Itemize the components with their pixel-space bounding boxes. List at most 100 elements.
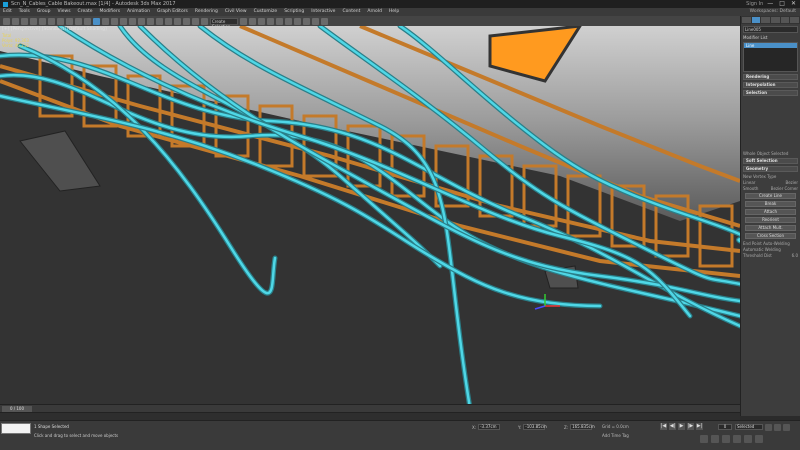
bind-space-warp-icon[interactable] xyxy=(39,17,46,25)
maxscript-listener[interactable] xyxy=(1,423,31,434)
x-coord-field[interactable]: -3.37cm xyxy=(478,424,501,430)
tab-motion[interactable] xyxy=(771,17,780,23)
minimize-button[interactable]: — xyxy=(767,0,773,8)
snaps-toggle-icon[interactable] xyxy=(165,17,172,25)
vertex-smooth-radio[interactable]: Smooth xyxy=(743,186,758,191)
pivot-center-icon[interactable] xyxy=(138,17,145,25)
maximize-viewport-icon[interactable] xyxy=(755,435,763,443)
edit-named-sets-icon[interactable] xyxy=(201,17,208,25)
menu-scripting[interactable]: Scripting xyxy=(284,8,304,16)
selection-filter-icon[interactable] xyxy=(48,17,55,25)
attach-mult-button[interactable]: Attach Mult. xyxy=(745,225,796,231)
rendered-frame-icon[interactable] xyxy=(312,17,319,25)
rollout-selection[interactable]: Selection xyxy=(743,90,798,96)
rollout-interpolation[interactable]: Interpolation xyxy=(743,82,798,88)
keyboard-shortcut-icon[interactable] xyxy=(156,17,163,25)
link-icon[interactable] xyxy=(21,17,28,25)
menu-help[interactable]: Help xyxy=(389,8,399,16)
key-filter-dropdown[interactable]: Selected xyxy=(735,424,763,430)
cross-section-button[interactable]: Cross Section xyxy=(745,233,796,239)
menu-interactive[interactable]: Interactive xyxy=(311,8,335,16)
play-icon[interactable]: ▶ xyxy=(678,423,685,430)
rollout-rendering[interactable]: Rendering xyxy=(743,74,798,80)
manipulate-icon[interactable] xyxy=(147,17,154,25)
named-selection-dropdown[interactable]: Create Selection Set xyxy=(210,17,238,34)
menu-group[interactable]: Group xyxy=(37,8,51,16)
select-move-icon[interactable] xyxy=(93,17,100,25)
align-icon[interactable] xyxy=(249,17,256,25)
render-setup-icon[interactable] xyxy=(303,17,310,25)
material-editor-icon[interactable] xyxy=(294,17,301,25)
workspace-dropdown[interactable]: Default xyxy=(780,9,796,14)
select-by-name-icon[interactable] xyxy=(66,17,73,25)
add-time-tag[interactable]: Add Time Tag xyxy=(602,433,629,438)
rollout-geometry[interactable]: Geometry xyxy=(743,166,798,172)
goto-start-icon[interactable]: |◀ xyxy=(660,423,667,430)
time-config-icon[interactable] xyxy=(711,435,719,443)
track-bar[interactable]: 0510152025303540455055606570758085909510… xyxy=(0,412,740,428)
menu-civil-view[interactable]: Civil View xyxy=(225,8,247,16)
vertex-bezier-radio[interactable]: Bezier xyxy=(785,180,798,185)
zoom-all-icon[interactable] xyxy=(774,424,781,431)
tab-utilities[interactable] xyxy=(790,17,800,23)
fov-icon[interactable] xyxy=(722,435,730,443)
maximize-button[interactable]: □ xyxy=(779,0,785,8)
object-name-field[interactable]: Line005 xyxy=(743,26,798,33)
mirror-icon[interactable] xyxy=(240,17,247,25)
vertex-linear-radio[interactable]: Linear xyxy=(743,180,755,185)
menu-arnold[interactable]: Arnold xyxy=(367,8,382,16)
menu-animation[interactable]: Animation xyxy=(127,8,150,16)
time-slider-bar[interactable]: 0 / 100 xyxy=(0,404,740,412)
menu-modifiers[interactable]: Modifiers xyxy=(100,8,121,16)
angle-snap-icon[interactable] xyxy=(174,17,181,25)
reorient-checkbox[interactable]: Reorient xyxy=(745,217,796,223)
pan-icon[interactable] xyxy=(733,435,741,443)
move-cross-icon[interactable] xyxy=(700,435,708,443)
viewport-label[interactable]: [+] [Perspective] [Standard] [Default Sh… xyxy=(2,27,107,32)
menu-views[interactable]: Views xyxy=(58,8,71,16)
menu-tools[interactable]: Tools xyxy=(19,8,30,16)
previous-frame-icon[interactable]: ◀| xyxy=(669,423,676,430)
tab-display[interactable] xyxy=(780,17,790,23)
redo-icon[interactable] xyxy=(12,17,19,25)
close-button[interactable]: ✕ xyxy=(791,0,796,8)
tab-create[interactable] xyxy=(742,17,751,23)
tab-modify[interactable] xyxy=(751,17,761,23)
render-production-icon[interactable] xyxy=(321,17,328,25)
schematic-view-icon[interactable] xyxy=(285,17,292,25)
menu-rendering[interactable]: Rendering xyxy=(195,8,218,16)
attach-button[interactable]: Attach xyxy=(745,209,796,215)
break-button[interactable]: Break xyxy=(745,201,796,207)
sign-in-link[interactable]: Sign In xyxy=(746,0,763,8)
zoom-icon[interactable] xyxy=(765,424,772,431)
next-frame-icon[interactable]: |▶ xyxy=(687,423,694,430)
menu-graph-editors[interactable]: Graph Editors xyxy=(157,8,188,16)
unlink-icon[interactable] xyxy=(30,17,37,25)
curve-editor-icon[interactable] xyxy=(276,17,283,25)
select-rotate-icon[interactable] xyxy=(102,17,109,25)
select-object-icon[interactable] xyxy=(57,17,64,25)
undo-icon[interactable] xyxy=(3,17,10,25)
modifier-stack[interactable]: Line xyxy=(743,42,798,72)
auto-welding-checkbox[interactable]: Automatic Welding xyxy=(743,247,798,252)
percent-snap-icon[interactable] xyxy=(183,17,190,25)
window-crossing-icon[interactable] xyxy=(84,17,91,25)
y-coord-field[interactable]: -103.85cm xyxy=(523,424,547,430)
create-line-button[interactable]: Create Line xyxy=(745,193,796,199)
goto-end-icon[interactable]: ▶| xyxy=(696,423,703,430)
z-coord-field[interactable]: 165.835cm xyxy=(570,424,595,430)
menu-customize[interactable]: Customize xyxy=(254,8,278,16)
spinner-snap-icon[interactable] xyxy=(192,17,199,25)
vertex-bezier-corner-radio[interactable]: Bezier Corner xyxy=(771,186,798,191)
menu-content[interactable]: Content xyxy=(342,8,360,16)
menu-edit[interactable]: Edit xyxy=(3,8,12,16)
menu-create[interactable]: Create xyxy=(78,8,93,16)
placement-icon[interactable] xyxy=(120,17,127,25)
threshold-spinner[interactable]: 6.0 xyxy=(792,253,798,258)
stack-item-line[interactable]: Line xyxy=(744,43,797,48)
orbit-icon[interactable] xyxy=(744,435,752,443)
select-scale-icon[interactable] xyxy=(111,17,118,25)
zoom-extents-icon[interactable] xyxy=(783,424,790,431)
layer-explorer-icon[interactable] xyxy=(258,17,265,25)
rollout-soft-selection[interactable]: Soft Selection xyxy=(743,158,798,164)
